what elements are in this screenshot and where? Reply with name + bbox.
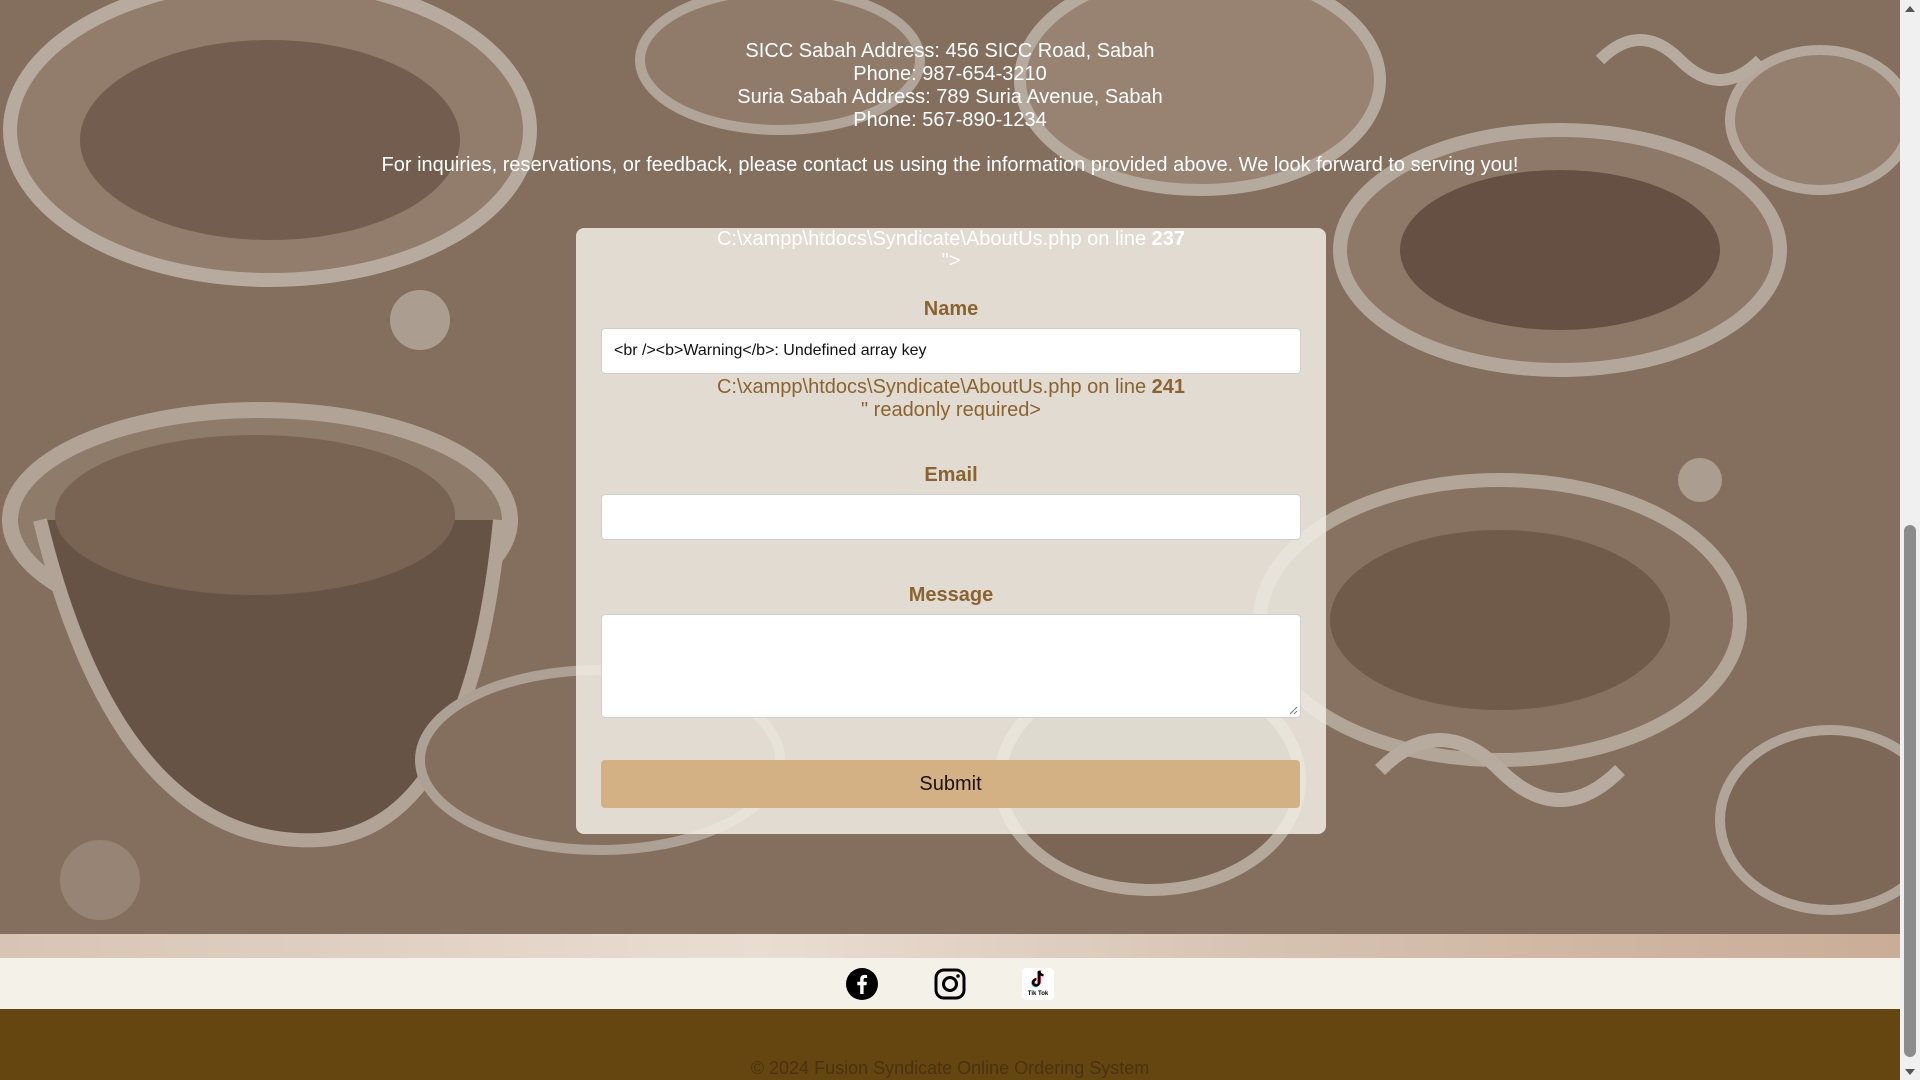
facebook-icon[interactable]: [846, 968, 878, 1000]
resize-grip-icon[interactable]: [1288, 705, 1298, 715]
php-warning-top-tail: ">: [941, 250, 961, 272]
inquiry-text: For inquiries, reservations, or feedback…: [381, 154, 1519, 176]
contact-info: SICC Sabah Address: 456 SICC Road, Sabah…: [0, 40, 1900, 177]
vertical-scrollbar[interactable]: [1900, 0, 1920, 1080]
sicc-address: SICC Sabah Address: 456 SICC Road, Sabah: [745, 40, 1155, 62]
tiktok-caption: Tik Tok: [1027, 991, 1049, 997]
social-bar: Tik Tok: [0, 958, 1900, 1009]
php-warning-mid-line: 241: [1151, 376, 1186, 398]
footer-decor-band: [0, 934, 1900, 958]
scrollbar-thumb[interactable]: [1904, 525, 1916, 1057]
php-warning-mid-tail: " readonly required>: [861, 399, 1041, 421]
php-warning-mid-path: C:\xampp\htdocs\Syndicate\AboutUs.php on…: [716, 376, 1152, 398]
name-field[interactable]: <br /><b>Warning</b>: Undefined array ke…: [601, 328, 1301, 374]
tiktok-logo-graphic: [1031, 970, 1044, 988]
sicc-phone: Phone: 987-654-3210: [853, 63, 1047, 85]
name-label: Name: [923, 298, 979, 320]
scroll-down-arrow-icon[interactable]: [1900, 1063, 1920, 1080]
php-warning-top: C:\xampp\htdocs\Syndicate\AboutUs.php on…: [576, 228, 1326, 272]
email-field[interactable]: [601, 494, 1301, 540]
scroll-up-arrow-icon[interactable]: [1900, 0, 1920, 17]
suria-address: Suria Sabah Address: 789 Suria Avenue, S…: [737, 86, 1163, 108]
contact-form: C:\xampp\htdocs\Syndicate\AboutUs.php on…: [576, 228, 1326, 834]
submit-button[interactable]: Submit: [601, 760, 1300, 808]
tiktok-icon[interactable]: Tik Tok: [1022, 968, 1054, 1000]
email-label: Email: [924, 464, 978, 486]
instagram-icon[interactable]: [934, 968, 966, 1000]
message-label: Message: [908, 584, 994, 606]
php-warning-top-path: C:\xampp\htdocs\Syndicate\AboutUs.php on…: [716, 228, 1152, 250]
php-warning-top-line: 237: [1151, 228, 1186, 250]
message-textarea[interactable]: [601, 614, 1301, 718]
footer: © 2024 Fusion Syndicate Online Ordering …: [0, 1009, 1900, 1080]
php-warning-mid: C:\xampp\htdocs\Syndicate\AboutUs.php on…: [576, 376, 1326, 422]
copyright-text: © 2024 Fusion Syndicate Online Ordering …: [750, 1058, 1150, 1078]
suria-phone: Phone: 567-890-1234: [853, 109, 1047, 131]
